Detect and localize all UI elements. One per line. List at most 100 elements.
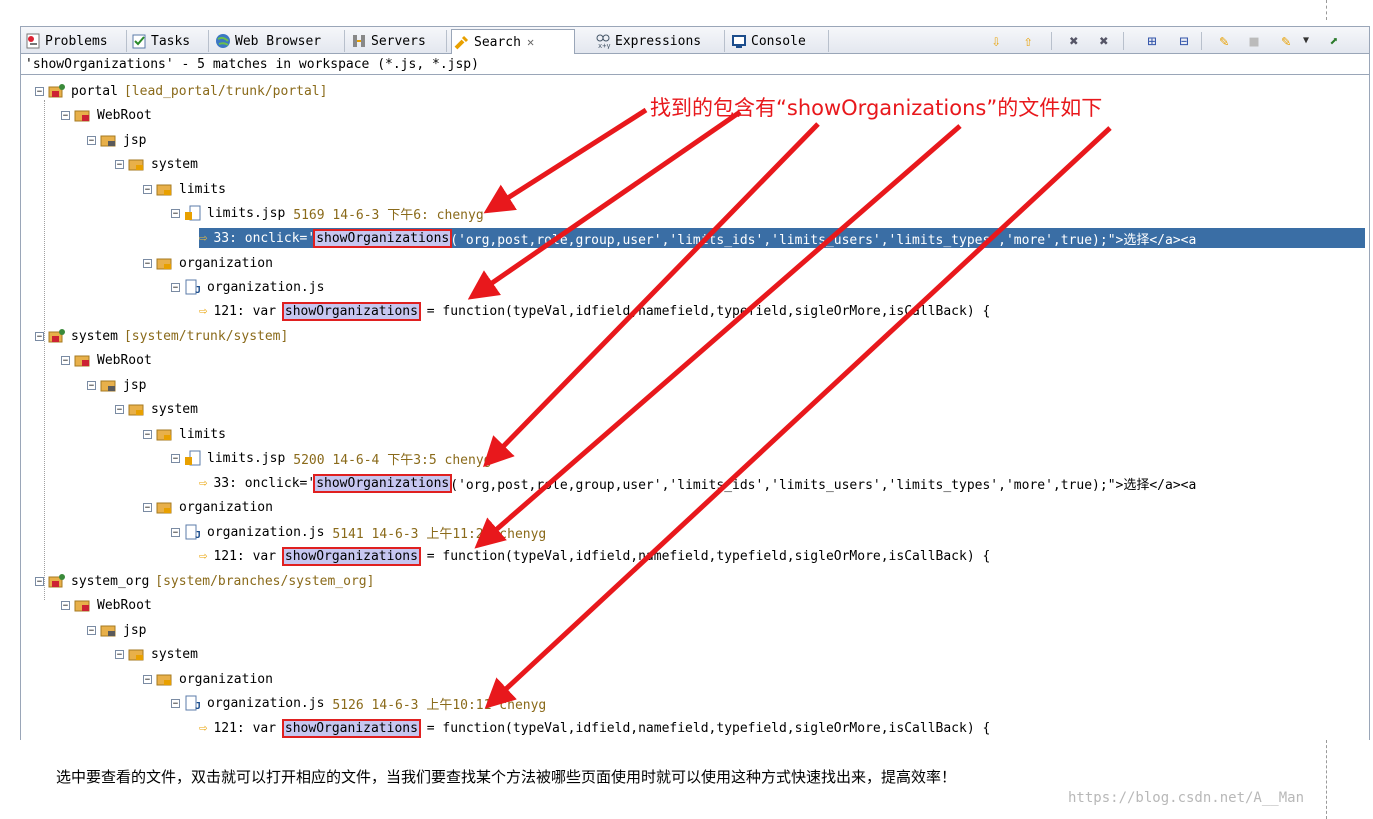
tab-problems[interactable]: Problems	[23, 30, 127, 52]
tree-node-project[interactable]: − system [system/trunk/system]	[35, 326, 288, 346]
file-meta: 5141 14-6-3 上午11:23 chenyg	[332, 526, 547, 542]
collapse-toggle-icon[interactable]: −	[171, 208, 180, 218]
jsp-file-icon	[184, 450, 202, 466]
match-row[interactable]: ⇨ 33: onclick=' showOrganizations ('org,po…	[199, 473, 1196, 493]
tab-tasks[interactable]: Tasks	[129, 30, 209, 52]
remove-all-matches-icon[interactable]: ✖	[1095, 32, 1113, 50]
collapse-toggle-icon[interactable]: −	[115, 404, 124, 414]
folder-name: limits	[179, 181, 226, 197]
tab-servers[interactable]: Servers	[349, 30, 447, 52]
tree-node-folder[interactable]: − jsp	[87, 620, 146, 640]
collapse-toggle-icon[interactable]: −	[171, 527, 180, 537]
tree-node-folder[interactable]: − system	[115, 644, 198, 664]
match-row[interactable]: ⇨ 121: var showOrganizations = function(…	[199, 718, 990, 738]
collapse-toggle-icon[interactable]: −	[143, 258, 152, 268]
tree-node-folder[interactable]: − jsp	[87, 375, 146, 395]
folder-name: WebRoot	[97, 107, 152, 123]
svg-text:J: J	[195, 701, 201, 711]
match-row[interactable]: ⇨ 121: var showOrganizations = function(…	[199, 546, 990, 566]
collapse-toggle-icon[interactable]: −	[171, 698, 180, 708]
tree-node-folder[interactable]: − organization	[143, 669, 273, 689]
collapse-toggle-icon[interactable]: −	[61, 355, 70, 365]
tree-node-folder[interactable]: − WebRoot	[61, 105, 152, 125]
line-number: 33:	[213, 230, 237, 246]
tab-web-browser[interactable]: Web Browser	[213, 30, 345, 52]
tree-node-file[interactable]: − J organization.js	[171, 277, 324, 297]
remove-match-icon[interactable]: ✖	[1065, 32, 1083, 50]
next-match-icon[interactable]: ⇩	[987, 32, 1005, 50]
caption-note: 选中要查看的文件，双击就可以打开相应的文件，当我们要查找某个方法被哪些页面使用时…	[56, 768, 957, 786]
tree-node-file[interactable]: − J organization.js 5141 14-6-3 上午11:23 c…	[171, 522, 546, 542]
collapse-toggle-icon[interactable]: −	[61, 110, 70, 120]
collapse-toggle-icon[interactable]: −	[171, 282, 180, 292]
js-file-icon: J	[184, 695, 202, 712]
collapse-toggle-icon[interactable]: −	[87, 380, 96, 390]
folder-name: jsp	[123, 377, 147, 393]
collapse-toggle-icon[interactable]: −	[171, 453, 180, 463]
tree-node-file[interactable]: − limits.jsp 5169 14-6-3 下午6: chenyg	[171, 203, 484, 223]
match-arrow-icon: ⇨	[199, 475, 208, 491]
match-term: showOrganizations	[281, 718, 421, 738]
folder-name: organization	[179, 499, 273, 515]
collapse-toggle-icon[interactable]: −	[143, 502, 152, 512]
svg-text:J: J	[195, 530, 201, 540]
collapse-toggle-icon[interactable]: −	[143, 184, 152, 194]
package-folder-icon	[100, 377, 118, 393]
tab-search[interactable]: Search ✕	[451, 29, 575, 54]
expressions-icon: x+y	[595, 33, 611, 50]
collapse-all-icon[interactable]: ⊟	[1175, 32, 1193, 50]
collapse-toggle-icon[interactable]: −	[143, 674, 152, 684]
file-meta: 5200 14-6-4 下午3:5 chenyg	[293, 452, 492, 468]
collapse-toggle-icon[interactable]: −	[115, 649, 124, 659]
project-path: [lead_portal/trunk/portal]	[123, 83, 328, 99]
expand-all-icon[interactable]: ⊞	[1143, 32, 1161, 50]
pin-icon[interactable]: ⬈	[1325, 32, 1343, 50]
webroot-folder-icon	[74, 597, 92, 613]
tree-node-folder[interactable]: − system	[115, 154, 198, 174]
tree-node-folder[interactable]: − WebRoot	[61, 595, 152, 615]
folder-name: system	[151, 646, 198, 662]
servers-icon	[351, 33, 367, 49]
collapse-toggle-icon[interactable]: −	[35, 86, 44, 96]
package-folder-icon	[156, 499, 174, 515]
tree-node-folder[interactable]: − organization	[143, 497, 273, 517]
search-history-icon[interactable]: ✎	[1277, 32, 1295, 50]
collapse-toggle-icon[interactable]: −	[87, 625, 96, 635]
folder-name: WebRoot	[97, 597, 152, 613]
match-suffix: ('org,post,role,group,user','limits_ids'…	[450, 232, 1197, 248]
tree-node-folder[interactable]: − limits	[143, 179, 226, 199]
collapse-toggle-icon[interactable]: −	[35, 331, 44, 341]
collapse-toggle-icon[interactable]: −	[143, 429, 152, 439]
collapse-toggle-icon[interactable]: −	[35, 576, 44, 586]
collapse-toggle-icon[interactable]: −	[61, 600, 70, 610]
tree-node-folder[interactable]: − limits	[143, 424, 226, 444]
previous-match-icon[interactable]: ⇧	[1019, 32, 1037, 50]
tree-node-folder[interactable]: − system	[115, 399, 198, 419]
cancel-search-icon[interactable]: ■	[1245, 32, 1263, 50]
match-prefix: var	[252, 303, 277, 319]
match-term: showOrganizations	[281, 301, 421, 321]
close-icon[interactable]: ✕	[527, 35, 534, 49]
tree-node-file[interactable]: − J organization.js 5126 14-6-3 上午10:11 c…	[171, 693, 546, 713]
tree-node-file[interactable]: − limits.jsp 5200 14-6-4 下午3:5 chenyg	[171, 448, 491, 468]
tab-label: Tasks	[151, 33, 191, 49]
package-folder-icon	[156, 255, 174, 271]
problems-icon	[25, 33, 41, 49]
tree-node-folder[interactable]: − organization	[143, 253, 273, 273]
match-row-selected[interactable]: ⇨ 33: onclick=' showOrganizations ('org,po…	[199, 228, 1365, 248]
tree-node-folder[interactable]: − WebRoot	[61, 350, 152, 370]
tab-console[interactable]: Console	[729, 30, 829, 52]
tab-expressions[interactable]: x+y Expressions	[593, 30, 725, 52]
view-menu-icon[interactable]: ▼	[1297, 32, 1315, 50]
collapse-toggle-icon[interactable]: −	[87, 135, 96, 145]
search-again-icon[interactable]: ✎	[1215, 32, 1233, 50]
match-row[interactable]: ⇨ 121: var showOrganizations = function(…	[199, 301, 990, 321]
line-number: 121:	[213, 303, 245, 319]
tree-node-project[interactable]: − system_org [system/branches/system_org]	[35, 571, 374, 591]
toolbar-separator	[1123, 32, 1124, 50]
tree-node-folder[interactable]: − jsp	[87, 130, 146, 150]
tab-label: Search	[474, 34, 521, 50]
svg-text:J: J	[195, 285, 201, 295]
tree-node-project[interactable]: − portal [lead_portal/trunk/portal]	[35, 81, 327, 101]
collapse-toggle-icon[interactable]: −	[115, 159, 124, 169]
